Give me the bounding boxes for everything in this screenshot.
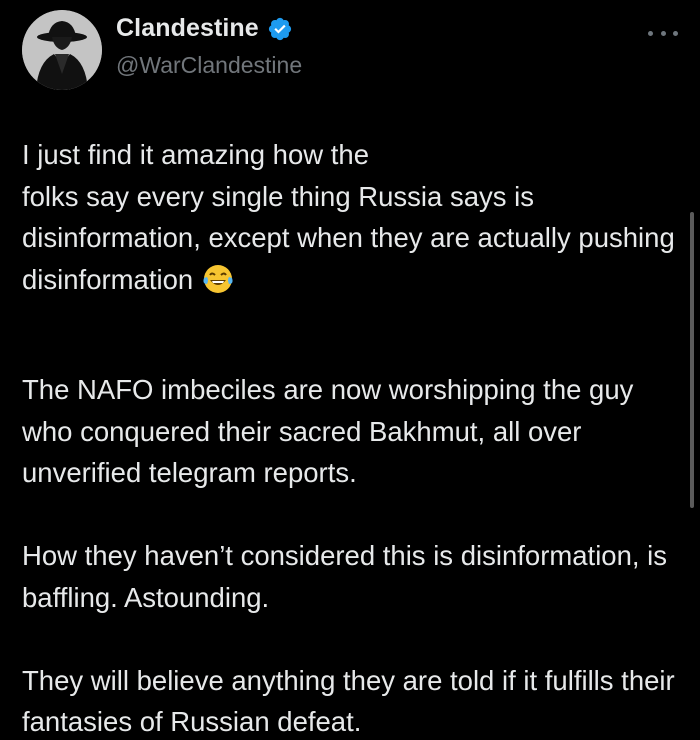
tweet-paragraph-3: How they haven’t considered this is disi… [22, 540, 668, 613]
tweet-paragraph-2: The NAFO imbeciles are now worshipping t… [22, 374, 634, 488]
tweet-paragraph-1: I just find it amazing how the [22, 134, 682, 176]
display-name[interactable]: Clandestine [116, 14, 259, 43]
scrollbar[interactable] [690, 212, 694, 508]
author-handle[interactable]: @WarClandestine [116, 52, 302, 79]
ukraine-flag-icon [377, 144, 413, 166]
tweet-paragraph-4: They will believe anything they are told… [22, 664, 675, 738]
tweet: Clandestine @WarClandestine I just find … [0, 0, 700, 740]
tweet-text: I just find it amazing how the folks say… [22, 134, 682, 740]
more-options-icon[interactable] [648, 26, 678, 40]
laughing-crying-icon [201, 262, 235, 296]
avatar[interactable] [22, 10, 102, 90]
spy-silhouette-icon [22, 10, 102, 90]
verified-badge-icon [267, 16, 293, 42]
author-name-row: Clandestine [116, 14, 293, 43]
